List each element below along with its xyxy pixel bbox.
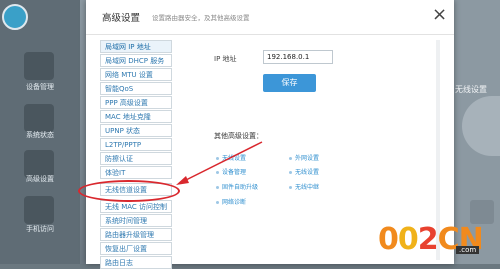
watermark-sub: .com bbox=[456, 246, 480, 254]
bullet-icon bbox=[289, 157, 292, 160]
other-link-5[interactable]: 固件自助升级 bbox=[216, 182, 258, 191]
save-button[interactable]: 保存 bbox=[263, 74, 316, 92]
brand-logo-icon bbox=[2, 4, 28, 30]
menu-item-mac-clone[interactable]: MAC 地址克隆 bbox=[100, 110, 172, 123]
watermark-part1: 0 bbox=[378, 222, 399, 257]
other-link-7[interactable]: 网络诊断 bbox=[216, 197, 246, 206]
bullet-icon bbox=[289, 171, 292, 174]
menu-item-auth[interactable]: 防擦认证 bbox=[100, 152, 172, 165]
bg-label-1: 设备管理 bbox=[26, 83, 54, 91]
monitor-icon bbox=[24, 104, 54, 132]
menu-item-wireless-mac[interactable]: 无线 MAC 访问控制 bbox=[100, 200, 172, 213]
menu-item-upgrade[interactable]: 路由器升级管理 bbox=[100, 228, 172, 241]
bg-right-box bbox=[470, 200, 494, 224]
dialog-subtitle: 设置路由器安全，及其他高级设置 bbox=[152, 14, 250, 22]
bg-label-2: 系统状态 bbox=[26, 131, 54, 139]
other-link-3[interactable]: 设备管理 bbox=[216, 167, 246, 176]
other-link-4[interactable]: 无线设置 bbox=[289, 167, 319, 176]
home-icon bbox=[24, 52, 54, 80]
bullet-icon bbox=[216, 186, 219, 189]
bullet-icon bbox=[289, 186, 292, 189]
menu-item-factory-reset[interactable]: 恢复出厂设置 bbox=[100, 242, 172, 255]
phone-icon bbox=[24, 196, 54, 224]
menu-item-system-time[interactable]: 系统时间管理 bbox=[100, 214, 172, 227]
menu-item-log[interactable]: 路由日志 bbox=[100, 256, 172, 269]
other-settings-title: 其他高级设置： bbox=[214, 132, 263, 140]
other-link-6[interactable]: 无线中继 bbox=[289, 182, 319, 191]
dialog-header: 高级设置 设置路由器安全，及其他高级设置 × bbox=[86, 0, 454, 35]
bullet-icon bbox=[216, 171, 219, 174]
close-icon[interactable]: × bbox=[432, 5, 447, 25]
other-link-4-label: 无线设置 bbox=[295, 169, 320, 176]
menu-item-dhcp[interactable]: 局域网 DHCP 服务 bbox=[100, 54, 172, 67]
menu-item-experience[interactable]: 体验IT bbox=[100, 166, 172, 179]
other-link-5-label: 固件自助升级 bbox=[222, 184, 259, 191]
watermark-part2: 0 bbox=[397, 222, 419, 257]
highlight-circle bbox=[78, 180, 180, 202]
ip-address-input[interactable] bbox=[263, 50, 333, 64]
watermark-part3: 2 bbox=[417, 222, 439, 257]
other-link-3-label: 设备管理 bbox=[222, 169, 247, 176]
menu-item-mtu[interactable]: 网络 MTU 设置 bbox=[100, 68, 172, 81]
bg-label-3: 高级设置 bbox=[26, 175, 54, 183]
menu-item-l2tp[interactable]: L2TP/PPTP bbox=[100, 138, 172, 151]
menu-item-qos[interactable]: 智能QoS bbox=[100, 82, 172, 95]
menu-item-ppp[interactable]: PPP 高级设置 bbox=[100, 96, 172, 109]
other-link-1-label: 无线设置 bbox=[222, 155, 247, 162]
other-link-6-label: 无线中继 bbox=[295, 184, 320, 191]
other-link-7-label: 网络诊断 bbox=[222, 199, 247, 206]
dialog-title: 高级设置 bbox=[102, 13, 141, 24]
bg-label-4: 手机访问 bbox=[26, 225, 54, 233]
other-link-2-label: 外网设置 bbox=[295, 155, 320, 162]
bullet-icon bbox=[216, 157, 219, 160]
bullet-icon bbox=[216, 201, 219, 204]
menu-item-lan-ip[interactable]: 局域网 IP 地址 bbox=[100, 40, 172, 53]
bg-right-label: 无线设置 bbox=[455, 85, 487, 94]
other-link-1[interactable]: 无线设置 bbox=[216, 153, 246, 162]
other-link-2[interactable]: 外网设置 bbox=[289, 153, 319, 162]
ip-address-label: IP 地址 bbox=[214, 55, 237, 63]
menu-item-upnp[interactable]: UPNP 状态 bbox=[100, 124, 172, 137]
